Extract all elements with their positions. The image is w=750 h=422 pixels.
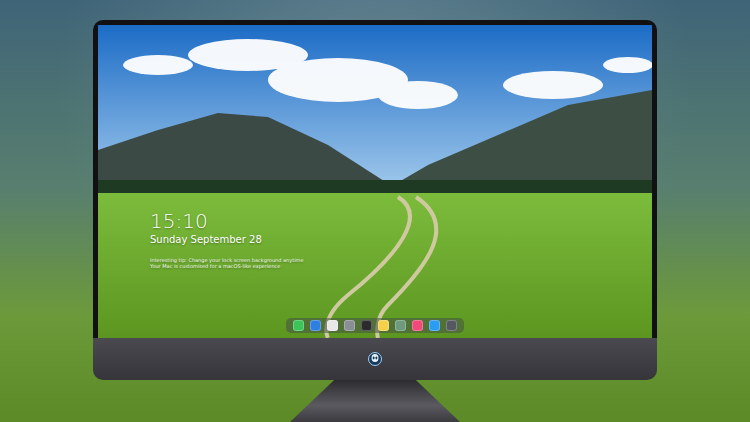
tip-text: Interesting tip: Change your lock screen…: [150, 257, 304, 263]
monitor-stand: [290, 380, 460, 422]
alien-logo-icon: [368, 352, 382, 366]
tip-text: Your Mac is customised for a macOS-like …: [150, 263, 304, 269]
dock-app-icon[interactable]: [293, 320, 304, 331]
dock: [286, 318, 464, 333]
dock-app-icon[interactable]: [327, 320, 338, 331]
dock-app-icon[interactable]: [310, 320, 321, 331]
dock-app-icon[interactable]: [378, 320, 389, 331]
monitor-bezel: 15:10Sunday September 28 Interesting tip:…: [93, 20, 657, 338]
dock-app-icon[interactable]: [361, 320, 372, 331]
desktop-background: 15:10Sunday September 28 Interesting tip:…: [0, 0, 750, 422]
lock-info: 15:10Sunday September 28 Interesting tip:…: [150, 209, 304, 269]
dock-app-icon[interactable]: [429, 320, 440, 331]
monitor-chin: [93, 338, 657, 380]
clock-time: 15:10: [150, 209, 304, 233]
dock-app-icon[interactable]: [344, 320, 355, 331]
dock-app-icon[interactable]: [395, 320, 406, 331]
clock-date: Sunday September 28: [150, 233, 304, 247]
dock-app-icon[interactable]: [412, 320, 423, 331]
lock-screen[interactable]: 15:10Sunday September 28 Interesting tip:…: [98, 25, 652, 338]
dock-app-icon[interactable]: [446, 320, 457, 331]
wallpaper-image: [98, 25, 652, 338]
